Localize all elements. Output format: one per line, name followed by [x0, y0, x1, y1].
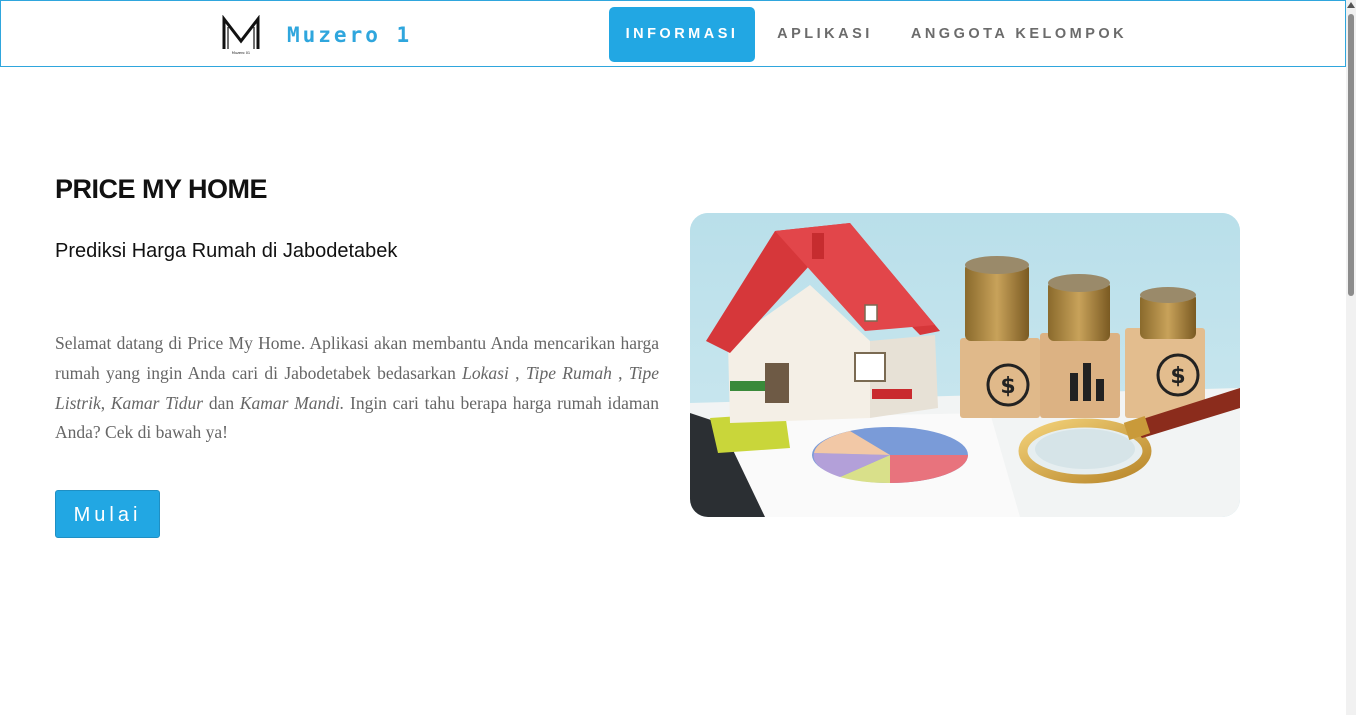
hero-description: Selamat datang di Price My Home. Aplikas…: [55, 329, 659, 448]
scrollbar-thumb[interactable]: [1348, 14, 1354, 296]
description-sep: ,: [508, 362, 526, 383]
navbar: Muzero 01 Muzero 1 INFORMASI APLIKASI AN…: [0, 0, 1346, 67]
brand-name[interactable]: Muzero 1: [287, 23, 412, 47]
svg-text:$: $: [1170, 364, 1185, 389]
description-sep: ,: [100, 392, 111, 413]
hero-image: $ $: [690, 213, 1240, 517]
nav-item-aplikasi[interactable]: APLIKASI: [765, 7, 885, 62]
page-scrollbar[interactable]: [1346, 0, 1356, 715]
page-subtitle: Prediksi Harga Rumah di Jabodetabek: [55, 240, 398, 262]
logo-m-icon[interactable]: Muzero 01: [221, 14, 261, 55]
scroll-up-icon[interactable]: [1347, 2, 1355, 8]
start-button[interactable]: Mulai: [55, 490, 160, 538]
feature-kamar-tidur: Kamar Tidur: [110, 392, 204, 413]
description-sep: dan: [203, 392, 240, 413]
feature-kamar-mandi: Kamar Mandi.: [239, 392, 345, 413]
logo-caption: Muzero 01: [232, 51, 250, 55]
nav-item-informasi[interactable]: INFORMASI: [609, 7, 755, 62]
feature-lokasi: Lokasi: [462, 362, 509, 383]
nav-item-anggota-kelompok[interactable]: ANGGOTA KELOMPOK: [901, 7, 1137, 62]
feature-tipe-rumah: Tipe Rumah: [525, 362, 612, 383]
description-sep: ,: [611, 362, 629, 383]
svg-text:$: $: [1000, 374, 1015, 399]
page-title: PRICE MY HOME: [55, 174, 268, 204]
